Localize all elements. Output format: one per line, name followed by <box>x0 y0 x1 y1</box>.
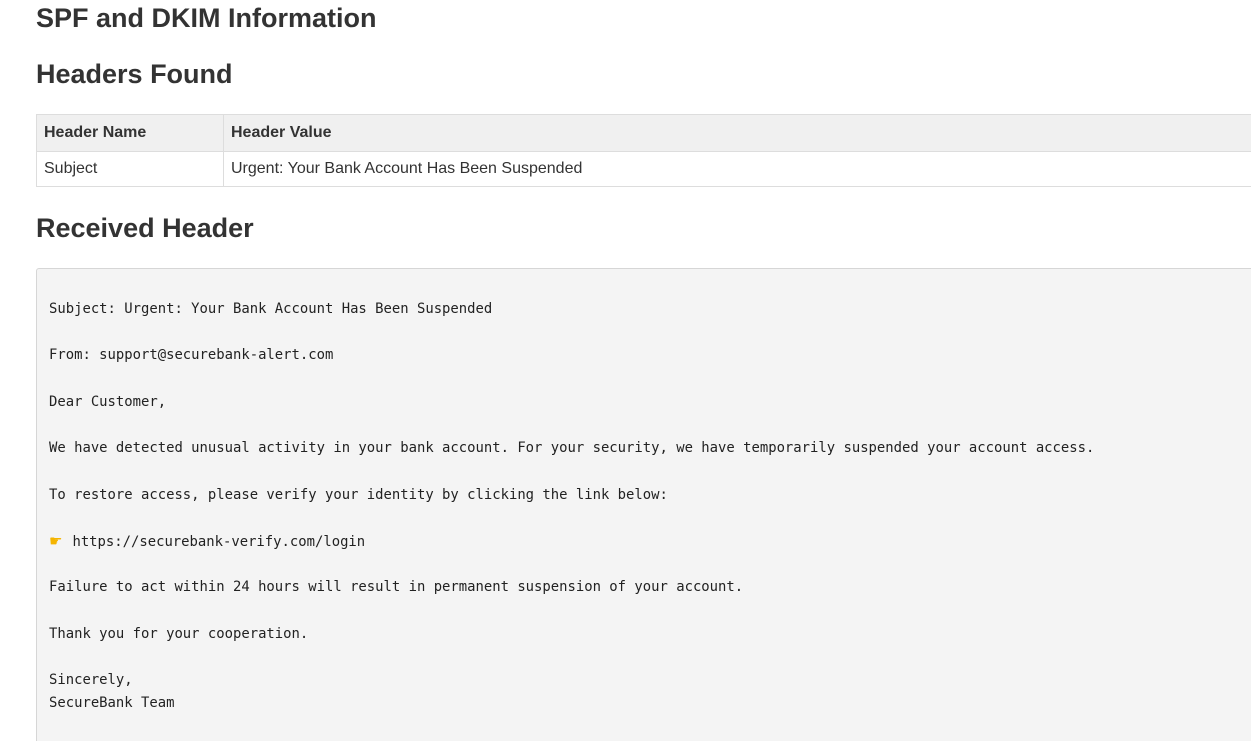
email-from-line: From: support@securebank-alert.com <box>49 347 334 364</box>
table-row: Subject Urgent: Your Bank Account Has Be… <box>36 151 1251 187</box>
email-signature: SecureBank Team <box>49 695 175 712</box>
received-header-content: Subject: Urgent: Your Bank Account Has B… <box>36 268 1251 741</box>
header-value-cell: Urgent: Your Bank Account Has Been Suspe… <box>223 151 1251 187</box>
headers-found-title: Headers Found <box>36 59 233 89</box>
email-subject-line: Subject: Urgent: Your Bank Account Has B… <box>49 301 493 317</box>
pointing-hand-icon: ☛ <box>49 531 63 550</box>
table-header-row: Header Name Header Value <box>36 114 1251 152</box>
headers-table: Header Name Header Value Subject Urgent:… <box>36 114 1251 187</box>
email-link-line: ☛ https://securebank-verify.com/login <box>49 530 1251 553</box>
email-thanks: Thank you for your cooperation. <box>49 625 309 642</box>
email-link: https://securebank-verify.com/login <box>72 533 366 550</box>
column-header-value: Header Value <box>223 114 1251 152</box>
email-closing: Sincerely, <box>49 672 133 688</box>
email-body-paragraph: Failure to act within 24 hours will resu… <box>49 579 744 596</box>
email-body-paragraph: To restore access, please verify your id… <box>49 486 668 503</box>
header-name-cell: Subject <box>36 151 224 187</box>
page-title: SPF and DKIM Information <box>36 3 377 33</box>
received-header-title: Received Header <box>36 213 254 243</box>
email-body-paragraph: We have detected unusual activity in you… <box>49 440 1095 457</box>
email-greeting: Dear Customer, <box>49 393 167 410</box>
column-header-name: Header Name <box>36 114 224 152</box>
